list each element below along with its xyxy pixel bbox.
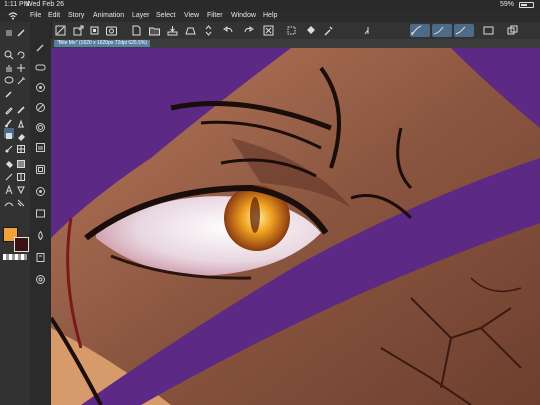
- stabilizer-3-icon[interactable]: [454, 24, 474, 37]
- lasso-icon[interactable]: [4, 73, 14, 84]
- material-icon[interactable]: [35, 206, 46, 218]
- fit-icon[interactable]: [54, 24, 67, 37]
- clear-icon[interactable]: [262, 24, 275, 37]
- document-tab-bar: "Bite Me" (1620 x 1620px 72dpi 625.5%): [51, 39, 540, 48]
- blend-icon[interactable]: [4, 141, 14, 153]
- battery-percent: 59%: [499, 1, 514, 8]
- menu-edit[interactable]: Edit: [48, 10, 60, 22]
- navigator-icon[interactable]: [35, 162, 46, 174]
- ruler-icon[interactable]: [16, 195, 26, 207]
- frame-icon[interactable]: [16, 169, 26, 181]
- wifi-icon: [8, 12, 18, 20]
- import-icon[interactable]: [72, 24, 85, 37]
- artwork-image: [51, 48, 540, 405]
- droplet-icon[interactable]: [35, 228, 46, 241]
- layer-property-icon[interactable]: [35, 120, 46, 132]
- stepper-icon[interactable]: [202, 24, 215, 37]
- command-bar: [30, 22, 540, 40]
- grid-icon[interactable]: [16, 141, 26, 153]
- transform-icon[interactable]: [285, 24, 298, 37]
- sub-view-icon[interactable]: [35, 184, 46, 196]
- settings-icon[interactable]: [35, 272, 46, 284]
- stabilizer-1-icon[interactable]: [410, 24, 430, 37]
- pencil-icon[interactable]: [16, 102, 26, 114]
- airbrush-icon[interactable]: [16, 115, 26, 128]
- menu-layer[interactable]: Layer: [132, 10, 150, 22]
- pen-icon[interactable]: [4, 102, 14, 115]
- tool-property-icon[interactable]: [35, 60, 46, 71]
- transparent-color-swatch[interactable]: [3, 254, 27, 260]
- display-icon[interactable]: [482, 24, 495, 37]
- stabilizer-2-icon[interactable]: [432, 24, 452, 37]
- battery-icon: [519, 2, 534, 8]
- sub-tool-icon[interactable]: [35, 40, 46, 52]
- menu-window[interactable]: Window: [231, 10, 256, 22]
- book-icon[interactable]: [35, 250, 46, 262]
- layers-icon[interactable]: [506, 24, 519, 37]
- save-icon[interactable]: [166, 24, 179, 37]
- magic-wand-icon[interactable]: [16, 73, 26, 85]
- document-tab[interactable]: "Bite Me" (1620 x 1620px 72dpi 625.5%): [54, 40, 150, 47]
- menu-select[interactable]: Select: [156, 10, 175, 22]
- fill-icon[interactable]: [304, 24, 317, 37]
- status-bar: 1:11 PM Wed Feb 26 59%: [0, 0, 540, 10]
- zoom-icon[interactable]: [4, 47, 14, 60]
- redo-icon[interactable]: [242, 24, 255, 37]
- text-icon[interactable]: [4, 182, 14, 195]
- sub-color-swatch[interactable]: [14, 237, 29, 252]
- drawing-canvas[interactable]: [51, 48, 540, 405]
- sub-tool-panel: [30, 22, 52, 405]
- collapse-icon[interactable]: [4, 25, 14, 36]
- eyedropper-icon[interactable]: [4, 86, 14, 98]
- print-icon[interactable]: [184, 24, 197, 37]
- eraser-icon[interactable]: [16, 128, 26, 141]
- brush-size-icon[interactable]: [35, 80, 46, 92]
- open-icon[interactable]: [148, 24, 161, 37]
- menu-filter[interactable]: Filter: [207, 10, 223, 22]
- rotate-icon[interactable]: [16, 47, 26, 59]
- menu-animation[interactable]: Animation: [93, 10, 124, 22]
- undo-icon[interactable]: [222, 24, 235, 37]
- pen-tool-icon[interactable]: [16, 25, 26, 37]
- gradient-icon[interactable]: [16, 156, 26, 168]
- eyedrop-icon[interactable]: [322, 24, 335, 37]
- tool-palette: [0, 22, 31, 405]
- menu-story[interactable]: Story: [68, 10, 84, 22]
- fill-bucket-icon[interactable]: [4, 156, 14, 168]
- clock-date: Wed Feb 26: [26, 1, 65, 8]
- hand-icon[interactable]: [4, 60, 14, 72]
- layer-icon[interactable]: [35, 140, 46, 152]
- new-icon[interactable]: [130, 24, 143, 37]
- camera-icon[interactable]: [105, 24, 118, 37]
- correct-line-icon[interactable]: [4, 195, 14, 207]
- menu-file[interactable]: File: [30, 10, 41, 22]
- color-wheel-icon[interactable]: [35, 100, 46, 112]
- menu-view[interactable]: View: [184, 10, 199, 22]
- figure-icon[interactable]: [4, 169, 14, 181]
- decoration-icon[interactable]: [4, 128, 14, 139]
- stabilizer-icon[interactable]: [362, 24, 375, 37]
- export-icon[interactable]: [88, 24, 101, 37]
- brush-icon[interactable]: [4, 115, 14, 128]
- menu-help[interactable]: Help: [263, 10, 277, 22]
- menu-bar: File Edit Story Animation Layer Select V…: [0, 10, 540, 22]
- balloon-icon[interactable]: [16, 182, 26, 195]
- move-icon[interactable]: [16, 60, 26, 72]
